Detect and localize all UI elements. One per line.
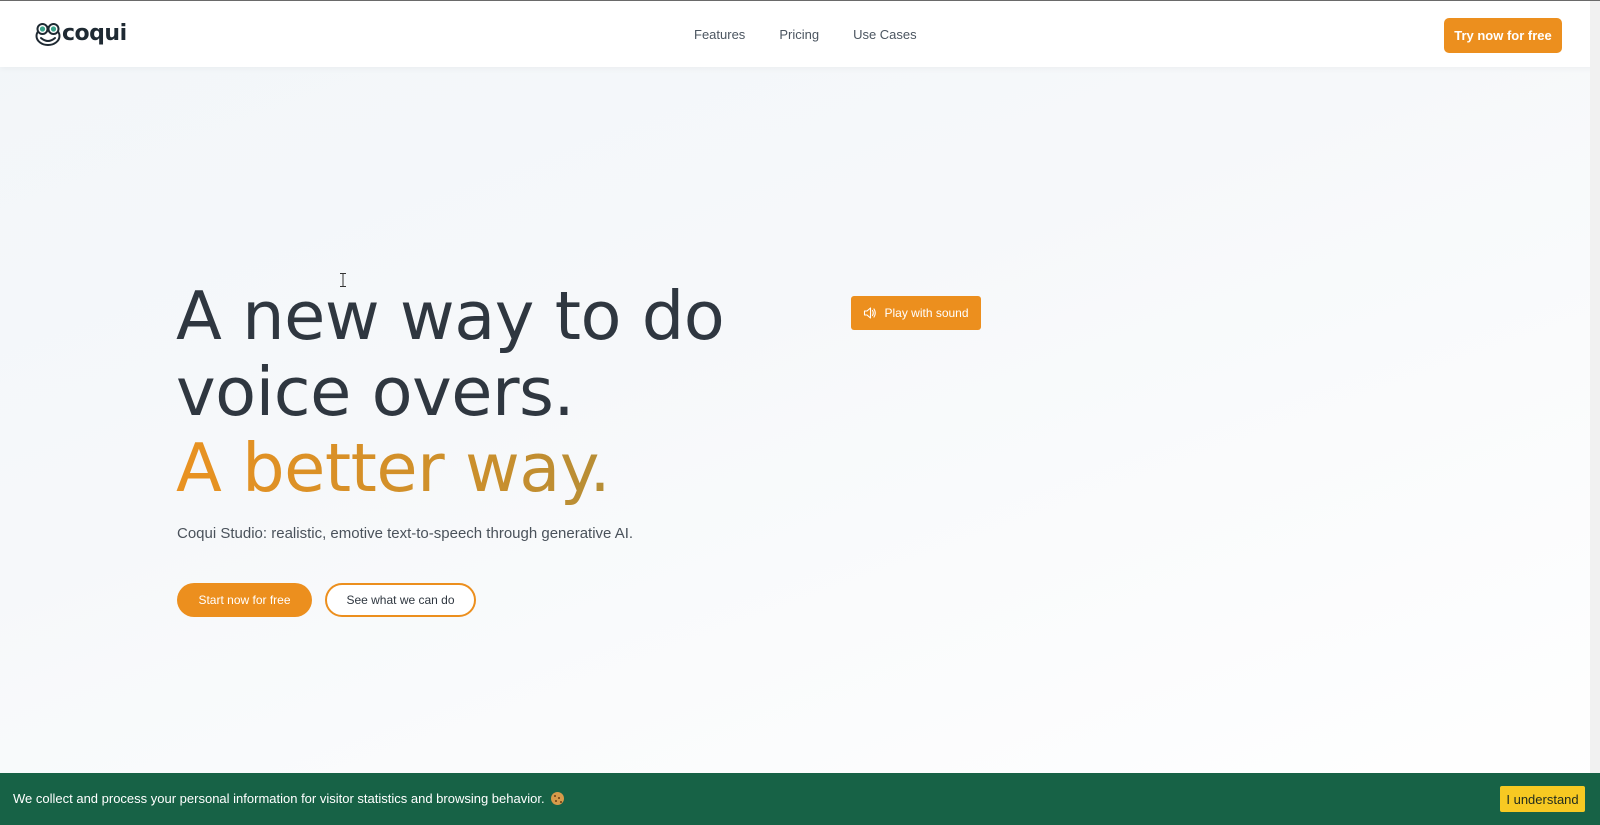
play-with-sound-label: Play with sound	[884, 306, 969, 320]
page-scrollbar[interactable]	[1590, 1, 1600, 773]
site-header: coqui Features Pricing Use Cases Try now…	[0, 1, 1600, 67]
hero-title-accent: A better way.	[176, 430, 876, 506]
hero-title-line-2: voice overs.	[176, 353, 575, 431]
try-now-button[interactable]: Try now for free	[1444, 18, 1562, 53]
hero-subtitle: Coqui Studio: realistic, emotive text-to…	[177, 525, 634, 542]
nav-pricing[interactable]: Pricing	[779, 25, 819, 45]
nav-use-cases[interactable]: Use Cases	[853, 25, 917, 45]
hero-title: A new way to do voice overs. A better wa…	[176, 278, 876, 506]
cookie-message: We collect and process your personal inf…	[13, 791, 565, 807]
i-understand-button[interactable]: I understand	[1500, 786, 1585, 812]
see-what-we-can-do-button[interactable]: See what we can do	[325, 583, 476, 617]
cookie-message-text: We collect and process your personal inf…	[13, 791, 545, 806]
hero-title-line-1: A new way to do	[176, 277, 725, 355]
play-with-sound-button[interactable]: Play with sound	[851, 296, 981, 330]
cookie-banner: We collect and process your personal inf…	[0, 773, 1600, 825]
nav-features[interactable]: Features	[694, 25, 745, 45]
frog-logo-icon	[35, 23, 61, 46]
speaker-icon	[864, 307, 877, 319]
logo-wordmark: coqui	[62, 21, 127, 46]
logo[interactable]: coqui	[35, 21, 127, 47]
main-nav: Features Pricing Use Cases	[694, 25, 917, 45]
cookie-icon	[551, 792, 565, 805]
start-now-button[interactable]: Start now for free	[177, 583, 312, 617]
